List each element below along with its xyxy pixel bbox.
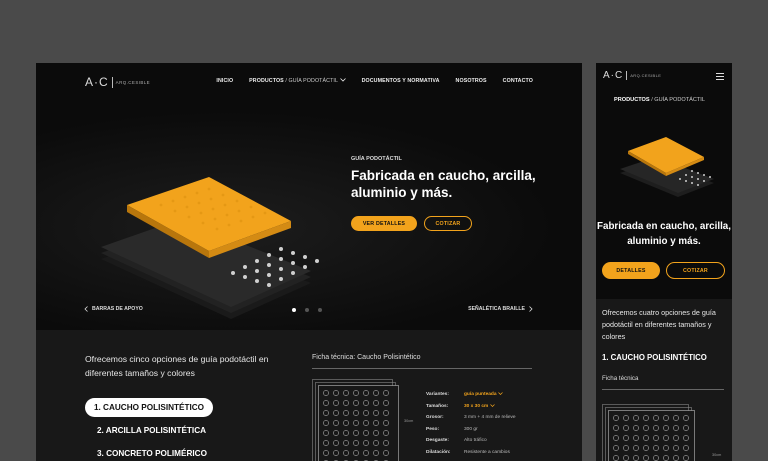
spec-value: Alto tráfico [464,438,487,443]
spec-row: Desgaste: Alto tráfico [426,435,516,447]
slide-dot[interactable] [292,308,296,312]
option-arcilla[interactable]: 2. ARCILLA POLISINTÉTICA [97,426,206,435]
option-caucho[interactable]: 1. CAUCHO POLISINTÉTICO [85,398,213,417]
options-section: Ofrecemos cinco opciones de guía podotác… [36,330,582,461]
spec-value: 300 gr [464,426,478,432]
hero-tag: GUÍA PODOTÁCTIL [351,156,402,162]
dimension-label: 30cm [712,453,722,457]
hero-title: Fabricada en caucho, arcilla, aluminio y… [597,221,731,247]
dimension-label: 30cm [404,419,414,423]
spec-row: Dilatación: Resistente a cambios [426,447,516,459]
spec-value: guía punteada [464,392,497,397]
logo[interactable]: A·C ARQ.CESIBLE [603,70,661,81]
spec-row: Peso: 300 gr [426,424,516,436]
logo-mark: A·C [603,70,624,81]
nav-item-documentos[interactable]: DOCUMENTOS Y NORMATIVA [362,78,440,84]
spec-key: Desgaste: [426,438,449,443]
breadcrumb[interactable]: PRODUCTOS / GUÍA PODOTÁCTIL [614,97,705,103]
logo-divider [626,71,628,80]
chevron-down-icon [489,403,495,407]
quote-button[interactable]: COTIZAR [424,216,472,231]
next-slide-link[interactable]: SEÑALÉTICA BRAILLE [468,306,533,312]
chevron-left-icon [84,306,88,312]
next-slide-label: SEÑALÉTICA BRAILLE [468,306,525,312]
ficha-title: Ficha técnica: Caucho Polisintético [312,354,421,361]
ficha-title: Ficha técnica [602,375,639,382]
options-intro: Ofrecemos cuatro opciones de guía podotá… [602,308,716,341]
spec-row: Variantes: guía punteada [426,389,516,401]
logo-mark: A·C [85,75,109,89]
tile-diagram [312,379,399,461]
options-intro: Ofrecemos cinco opciones de guía podotác… [85,354,269,378]
spec-table: Variantes: guía punteada Tamaños: 30 x 30 … [426,389,516,458]
spec-value: Resistente a cambios [464,449,510,455]
logo-divider [111,76,113,88]
spec-row: Grosor: 3 mm + 4 mm de relieve [426,412,516,424]
hero-section: GUÍA PODOTÁCTIL Fabricada en caucho, arc… [36,101,582,330]
nav-item-productos[interactable]: PRODUCTOS / GUÍA PODOTÁCTIL [249,78,346,84]
nav-item-inicio[interactable]: INICIO [216,78,233,84]
logo[interactable]: A·C ARQ.CESIBLE [85,75,150,89]
prev-slide-link[interactable]: BARRAS DE APOYO [84,306,143,312]
chevron-right-icon [529,306,533,312]
size-select[interactable]: 30 x 30 cm [464,401,495,413]
nav-item-nosotros[interactable]: NOSOTROS [456,78,487,84]
spec-key: Variantes: [426,392,449,397]
tile-diagram [602,404,695,461]
hero-title: Fabricada en caucho, arcilla, aluminio y… [351,168,536,200]
spec-key: Peso: [426,426,440,432]
slide-dot[interactable] [305,308,309,312]
divider [312,368,532,369]
chevron-down-icon [339,78,346,82]
spec-key: Dilatación: [426,449,451,455]
product-tile-image [620,137,714,197]
chevron-down-icon [498,392,503,395]
top-nav: A·C ARQ.CESIBLE INICIO PRODUCTOS / GUÍA … [36,63,582,101]
variant-select[interactable]: guía punteada [464,389,503,401]
nav-productos-label: PRODUCTOS [249,78,284,84]
spec-key: Grosor: [426,415,444,420]
logo-word: ARQ.CESIBLE [115,79,151,85]
quote-button[interactable]: COTIZAR [666,262,725,279]
mobile-frame: A·C ARQ.CESIBLE PRODUCTOS / GUÍA PODOTÁC… [596,63,732,461]
nav-productos-sub: / GUÍA PODOTÁCTIL [285,78,339,84]
slide-dots [292,308,322,312]
menu-icon[interactable] [716,73,724,82]
spec-value: 3 mm + 4 mm de relieve [464,415,516,420]
divider [602,389,724,390]
spec-row: Tamaños: 30 x 30 cm [426,401,516,413]
desktop-frame: A·C ARQ.CESIBLE INICIO PRODUCTOS / GUÍA … [36,63,582,461]
nav-menu: INICIO PRODUCTOS / GUÍA PODOTÁCTIL DOCUM… [216,78,533,84]
logo-word: ARQ.CESIBLE [630,73,662,78]
nav-item-contacto[interactable]: CONTACTO [503,78,533,84]
spec-value: 30 x 30 cm [464,403,489,409]
breadcrumb-label: PRODUCTOS [614,97,650,103]
details-button[interactable]: DETALLES [602,262,660,279]
slide-dot[interactable] [318,308,322,312]
option-caucho[interactable]: 1. CAUCHO POLISINTÉTICO [602,353,707,362]
option-concreto[interactable]: 3. CONCRETO POLIMÉRICO [97,449,207,458]
breadcrumb-sub: / GUÍA PODOTÁCTIL [651,97,705,103]
prev-slide-label: BARRAS DE APOYO [92,306,143,312]
spec-key: Tamaños: [426,403,449,409]
options-section: Ofrecemos cuatro opciones de guía podotá… [596,299,732,461]
details-button[interactable]: VER DETALLES [351,216,417,231]
